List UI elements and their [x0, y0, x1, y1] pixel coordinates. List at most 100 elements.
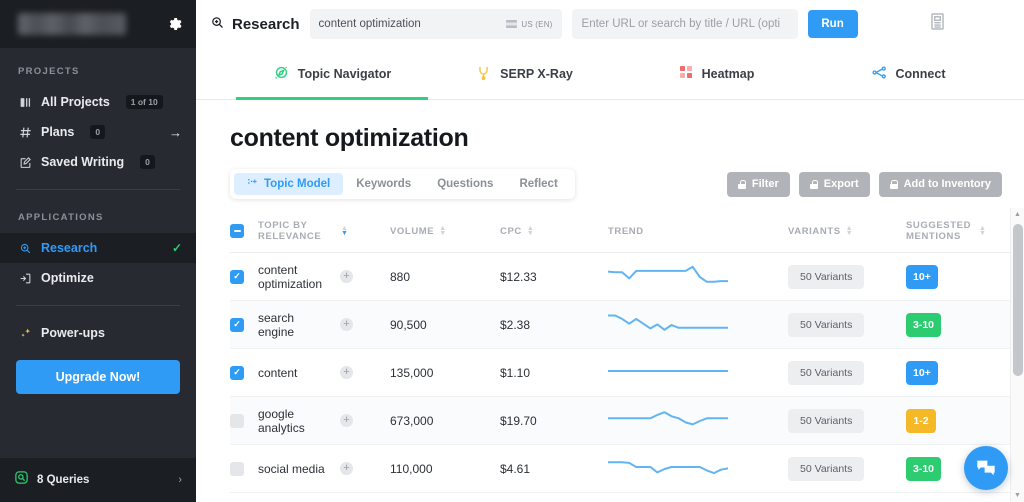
col-topic: TOPIC BY RELEVANCE ▲ ▼: [258, 212, 390, 253]
tab-connect[interactable]: Connect: [812, 48, 1004, 99]
row-trend: [608, 348, 788, 397]
main-panel: Research content optimization US (EN) En…: [196, 0, 1024, 502]
row-checkbox[interactable]: ✓: [230, 269, 244, 284]
row-checkbox[interactable]: [230, 413, 244, 428]
sidebar-header: [0, 0, 196, 48]
table-row[interactable]: ✓ content optimization + 880 $12.33 50 V…: [230, 252, 1020, 301]
variants-badge[interactable]: 50 Variants: [788, 360, 865, 385]
row-topic-label: google analytics: [258, 406, 305, 435]
tab-keywords[interactable]: Keywords: [343, 173, 424, 195]
add-to-inventory-button[interactable]: Add to Inventory: [878, 171, 1002, 197]
document-icon[interactable]: [928, 12, 947, 36]
brand-logo[interactable]: [18, 13, 126, 35]
sidebar-item-saved-writing[interactable]: Saved Writing 0: [0, 147, 196, 177]
sort-volume[interactable]: ▲ ▼: [439, 225, 447, 237]
sidebar-item-plans[interactable]: Plans 0 →: [0, 117, 196, 147]
sub-tabs: Topic Model Keywords Questions Reflect: [230, 169, 575, 199]
sub-toolbar: Topic Model Keywords Questions Reflect F…: [230, 169, 1024, 199]
row-variants-cell: 50 Variants: [788, 396, 906, 445]
table-row[interactable]: ✓ search engine + 90,500 $2.38 50 Varian…: [230, 300, 1020, 349]
tab-heatmap[interactable]: Heatmap: [620, 48, 812, 99]
select-all-header: [230, 212, 258, 253]
chat-widget-button[interactable]: [964, 446, 1008, 490]
sort-cpc[interactable]: ▲ ▼: [527, 225, 535, 237]
row-select-cell: ✓: [230, 348, 258, 397]
row-topic-label: social media: [258, 461, 325, 476]
col-variants-label: VARIANTS: [788, 225, 841, 237]
variants-badge[interactable]: 50 Variants: [788, 408, 865, 433]
row-mentions-cell: 1-2: [906, 396, 1020, 445]
topics-table: TOPIC BY RELEVANCE ▲ ▼ VOLUME ▲ ▼ CPC ▲ …: [230, 212, 1020, 493]
check-icon: ✓: [171, 241, 182, 255]
add-topic-icon[interactable]: +: [340, 270, 353, 283]
research-magnifier-icon: [18, 241, 32, 255]
export-button[interactable]: Export: [798, 171, 870, 197]
row-trend: [608, 300, 788, 349]
row-checkbox[interactable]: ✓: [230, 317, 244, 332]
add-topic-icon[interactable]: +: [340, 318, 353, 331]
row-topic-cell: search engine +: [258, 300, 390, 349]
variants-badge[interactable]: 50 Variants: [788, 456, 865, 481]
tab-serp-xray[interactable]: SERP X-Ray: [428, 48, 620, 99]
keyword-input[interactable]: content optimization US (EN): [309, 9, 562, 39]
row-mentions-cell: 10+: [906, 348, 1020, 397]
tab-topic-navigator[interactable]: Topic Navigator: [236, 48, 428, 100]
variants-badge[interactable]: 50 Variants: [788, 264, 865, 289]
scrollbar-thumb[interactable]: [1013, 224, 1023, 376]
table-row[interactable]: google analytics + 673,000 $19.70 50 Var…: [230, 396, 1020, 445]
url-input[interactable]: Enter URL or search by title / URL (opti: [571, 9, 798, 39]
chevron-right-icon[interactable]: ›: [178, 474, 182, 486]
tab-questions[interactable]: Questions: [424, 173, 506, 195]
vertical-scrollbar[interactable]: ▲ ▼: [1010, 208, 1024, 502]
sidebar-item-all-projects[interactable]: All Projects 1 of 10: [0, 87, 196, 117]
row-topic-label: content optimization: [258, 262, 323, 291]
scroll-down-arrow[interactable]: ▼: [1011, 492, 1024, 499]
tab-reflect[interactable]: Reflect: [506, 173, 570, 195]
row-volume: 673,000: [390, 396, 500, 445]
table-row[interactable]: social media + 110,000 $4.61 50 Variants…: [230, 444, 1020, 493]
us-flag-icon: [506, 20, 518, 28]
tab-label: Topic Navigator: [297, 66, 392, 81]
chat-bubbles-icon: [977, 460, 995, 476]
filter-button[interactable]: Filter: [726, 171, 790, 197]
tab-topic-model[interactable]: Topic Model: [234, 173, 344, 195]
row-volume: 110,000: [390, 444, 500, 493]
col-topic-label: TOPIC BY RELEVANCE: [258, 220, 322, 242]
sidebar-item-label: Optimize: [41, 271, 94, 285]
sidebar-item-label: All Projects: [41, 95, 110, 109]
sidebar-section-projects: PROJECTS: [18, 66, 80, 77]
network-icon: [871, 64, 888, 84]
sidebar-item-optimize[interactable]: Optimize: [0, 263, 196, 293]
sort-mentions[interactable]: ▲ ▼: [979, 225, 987, 237]
add-topic-icon[interactable]: +: [340, 462, 353, 475]
row-volume: 880: [390, 252, 500, 301]
tab-label: Connect: [895, 66, 946, 81]
sidebar-item-research[interactable]: Research ✓: [0, 233, 196, 263]
row-checkbox[interactable]: ✓: [230, 365, 244, 380]
row-topic-cell: content +: [258, 348, 390, 397]
add-topic-icon[interactable]: +: [340, 414, 353, 427]
arrow-right-icon[interactable]: →: [169, 125, 182, 140]
sidebar-section-applications: APPLICATIONS: [18, 212, 104, 223]
row-checkbox[interactable]: [230, 461, 244, 476]
lock-icon: [809, 179, 818, 189]
table-head: TOPIC BY RELEVANCE ▲ ▼ VOLUME ▲ ▼ CPC ▲ …: [230, 212, 1020, 253]
add-topic-icon[interactable]: +: [340, 366, 353, 379]
run-button[interactable]: Run: [807, 10, 858, 38]
variants-badge[interactable]: 50 Variants: [788, 312, 865, 337]
queries-footer[interactable]: 8 Queries ›: [0, 458, 196, 502]
locale-selector[interactable]: US (EN): [506, 20, 552, 29]
action-buttons: Filter Export Add to Inventory: [726, 171, 1024, 197]
gear-icon[interactable]: [166, 16, 182, 32]
row-select-cell: [230, 396, 258, 445]
sort-variants[interactable]: ▲ ▼: [846, 225, 854, 237]
select-all-checkbox[interactable]: [230, 224, 244, 238]
queries-label: 8 Queries: [37, 474, 90, 486]
sidebar-item-power-ups[interactable]: Power-ups: [0, 318, 196, 348]
plans-count-badge: 0: [90, 125, 106, 139]
scroll-up-arrow[interactable]: ▲: [1011, 211, 1024, 218]
upgrade-button[interactable]: Upgrade Now!: [16, 360, 180, 394]
table-row[interactable]: ✓ content + 135,000 $1.10 50 Variants 10…: [230, 348, 1020, 397]
sort-topic[interactable]: ▲ ▼: [341, 225, 349, 237]
sidebar-item-label: Saved Writing: [41, 155, 125, 169]
